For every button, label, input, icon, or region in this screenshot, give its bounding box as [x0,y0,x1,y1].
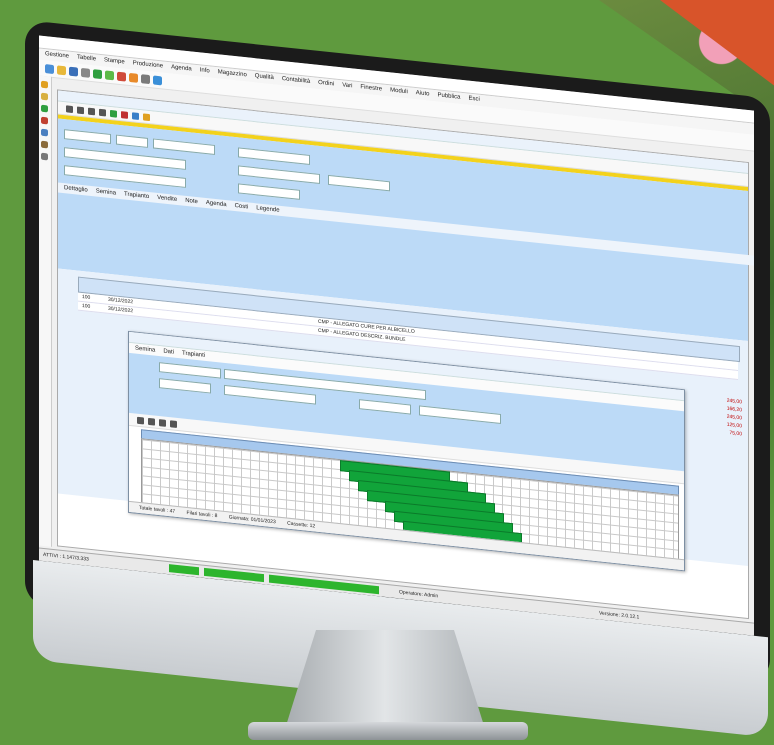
truck-icon[interactable] [41,116,48,125]
menu-item[interactable]: Vari [342,82,352,89]
folder-icon[interactable] [41,92,48,101]
menu-item[interactable]: Contabilità [282,76,310,85]
row-date: 30/12/2022 [108,305,134,315]
last-record-icon[interactable] [99,108,106,117]
code-field[interactable] [116,134,148,148]
status-cases: Cassette: 12 [287,520,316,530]
tab[interactable]: Dettaglio [64,185,88,193]
menu-item[interactable]: Magazzino [218,69,247,78]
print-icon[interactable] [81,67,90,78]
tab[interactable]: Trapianto [124,191,149,200]
tab[interactable]: Vendite [157,195,177,203]
tab[interactable]: Note [185,198,198,205]
filter-icon[interactable] [143,112,150,121]
menu-item[interactable]: Info [200,67,210,74]
delete-icon[interactable] [121,110,128,119]
detail-tabs: Dettaglio Semina Trapianto Vendite Note Agend… [58,182,754,266]
menu-item[interactable]: Qualità [255,73,274,81]
qty-field[interactable] [238,183,300,200]
settings-icon[interactable] [41,152,48,161]
plant-icon[interactable] [93,68,102,79]
amount-column: 245,00 166,20 245,00 125,00 75,00 [706,395,742,447]
tab[interactable]: Agenda [206,200,227,208]
tab[interactable]: Costi [235,203,249,210]
tab[interactable]: Legende [256,205,279,213]
row-number: 100 [82,293,91,301]
menu-item[interactable]: Tabelle [77,54,96,62]
menu-item[interactable]: Agenda [171,64,192,72]
sowing-popup: Semina Dati Trapianti Totale tavoli: 47… [128,330,685,572]
status-total: Totale tavoli : 47 [139,504,176,515]
first-record-icon[interactable] [66,104,73,113]
add-icon[interactable] [110,109,117,118]
tab[interactable]: Semina [96,188,116,196]
save-icon[interactable] [69,66,78,77]
menu-item[interactable]: Finestre [360,84,382,92]
zoom-icon[interactable] [170,419,177,428]
menu-item[interactable]: Stampe [104,57,125,65]
status-rows: Filari tavoli : 8 [186,509,218,520]
next-record-icon[interactable] [88,107,95,115]
menu-item[interactable]: Pubblica [437,92,460,100]
chart-icon[interactable] [129,72,138,83]
edit-icon[interactable] [132,111,139,120]
search-icon[interactable] [141,73,150,84]
product-field[interactable] [159,362,221,379]
tab[interactable]: Semina [135,346,155,354]
users-icon[interactable] [41,128,48,137]
monitor-stand-base [248,722,528,740]
greenhouse-desc-field[interactable] [419,405,501,425]
type-field[interactable] [238,147,310,165]
open-icon[interactable] [57,64,66,75]
ref-field[interactable] [328,174,390,192]
menu-item[interactable]: Aiuto [416,90,430,97]
menu-item[interactable]: Ordini [318,80,334,88]
date-field[interactable] [64,129,111,145]
menu-item[interactable]: Esci [469,96,480,103]
species-desc-field[interactable] [224,384,316,405]
next-week-icon[interactable] [148,417,155,426]
calendar-icon[interactable] [117,71,126,82]
home-icon[interactable] [41,80,48,89]
status-indicator [169,564,199,576]
leaf-icon[interactable] [105,69,114,80]
menu-item[interactable]: Gestione [45,51,69,60]
left-sidebar [39,75,52,547]
help-icon[interactable] [153,74,162,85]
menu-item[interactable]: Produzione [133,60,163,69]
year-field[interactable] [153,138,215,155]
monitor: Gestione Tabelle Stampe Produzione Agenda Inf… [25,20,770,738]
category-field[interactable] [238,165,320,185]
tab[interactable]: Trapianti [182,351,205,359]
status-date: Giornata: 01/01/2023 [228,514,276,526]
menu-item[interactable]: Moduli [390,87,408,95]
inner-window: Dettaglio Semina Trapianto Vendite Note Agend… [57,89,754,620]
prev-record-icon[interactable] [77,105,84,114]
row-number: 100 [82,302,91,310]
tab[interactable]: Dati [163,349,174,356]
plant-icon[interactable] [41,104,48,113]
grid-icon[interactable] [159,418,166,427]
prev-week-icon[interactable] [137,416,144,425]
new-icon[interactable] [45,63,54,74]
box-icon[interactable] [41,140,48,149]
greenhouse-field[interactable] [359,399,411,415]
screen: Gestione Tabelle Stampe Produzione Agenda Inf… [39,35,754,636]
species-field[interactable] [159,378,211,394]
